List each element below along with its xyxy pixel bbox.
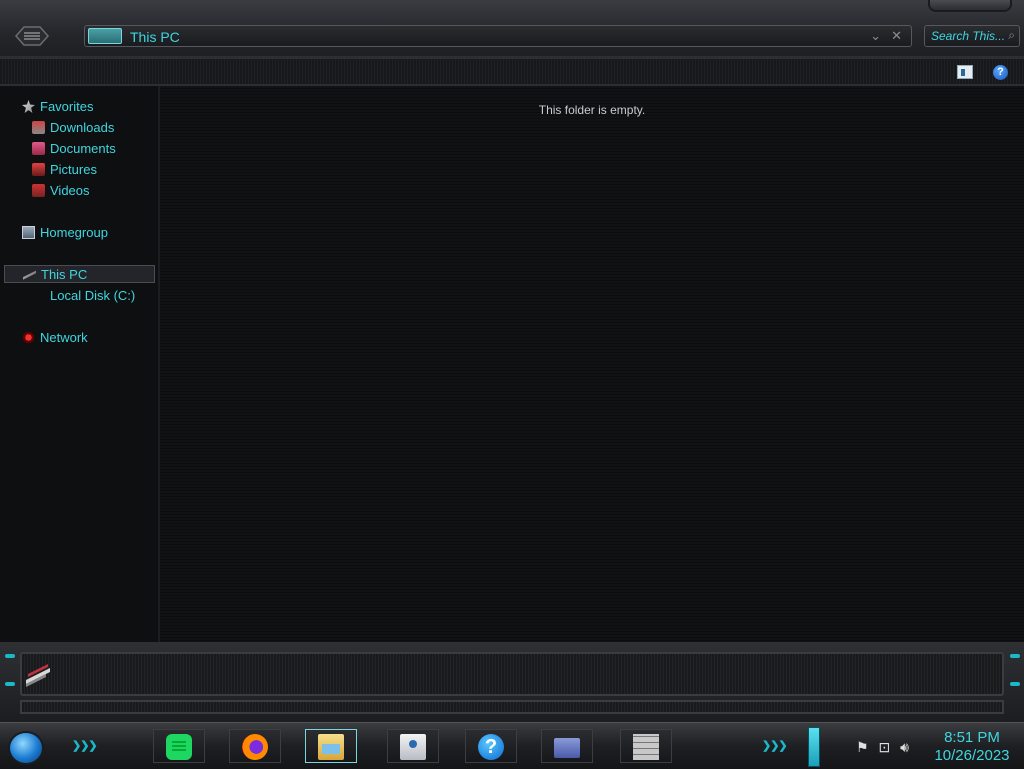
- nav-downloads[interactable]: Downloads: [32, 119, 114, 137]
- network-icon: [22, 331, 35, 344]
- taskbar-firefox[interactable]: [229, 729, 281, 763]
- firefox-icon: [242, 734, 268, 760]
- decor-light: [1010, 654, 1020, 658]
- nav-videos[interactable]: Videos: [32, 182, 90, 200]
- search-input[interactable]: Search This... ⌕: [924, 25, 1020, 47]
- pictures-icon: [32, 163, 45, 176]
- computer-icon: [23, 270, 36, 280]
- nav-videos-label: Videos: [50, 183, 90, 198]
- this-pc-icon: [88, 28, 122, 44]
- command-bar: ?: [0, 56, 1024, 86]
- id-card-icon: [554, 738, 580, 758]
- window-titlebar: This PC ⌄ ✕ Search This... ⌕: [0, 0, 1024, 57]
- nav-network-label: Network: [40, 330, 88, 345]
- back-forward-icon[interactable]: [14, 24, 50, 48]
- downloads-icon: [32, 121, 45, 134]
- videos-icon: [32, 184, 45, 197]
- firewall-icon: [633, 734, 659, 760]
- decor-light: [5, 682, 15, 686]
- navigation-pane: Favorites Downloads Documents Pictures V…: [0, 86, 160, 642]
- close-icon[interactable]: ✕: [891, 28, 902, 44]
- this-pc-large-icon: [26, 664, 50, 687]
- taskbar-help[interactable]: ?: [465, 729, 517, 763]
- taskbar-contacts[interactable]: [387, 729, 439, 763]
- system-tray: ⚑ ⊡ 🔊︎: [856, 739, 915, 756]
- homegroup-icon: [22, 226, 35, 239]
- address-path[interactable]: This PC: [130, 29, 180, 45]
- decor-light: [1010, 682, 1020, 686]
- chevron-down-icon[interactable]: ⌄: [870, 28, 881, 44]
- taskbar-decor-right: ❯❯❯: [762, 740, 788, 752]
- window-caption-cap: [928, 0, 1012, 12]
- contacts-icon: [400, 734, 426, 760]
- search-icon[interactable]: ⌕: [1008, 28, 1015, 43]
- empty-folder-message: This folder is empty.: [538, 103, 646, 117]
- flag-icon[interactable]: ⚑: [856, 739, 869, 755]
- taskbar-notes-app[interactable]: [153, 729, 205, 763]
- nav-downloads-label: Downloads: [50, 120, 115, 135]
- search-placeholder: Search This...: [931, 29, 1006, 43]
- taskbar-firewall[interactable]: [620, 729, 672, 763]
- nav-homegroup-label: Homegroup: [40, 225, 108, 240]
- details-pane: [0, 642, 1024, 722]
- taskbar-decor-left: ❯❯❯: [72, 740, 98, 752]
- preview-pane-icon[interactable]: [957, 65, 973, 79]
- nav-this-pc[interactable]: This PC: [4, 265, 155, 283]
- volume-icon[interactable]: 🔊︎: [900, 739, 909, 755]
- clock-time[interactable]: 8:51 PM: [930, 729, 1014, 746]
- taskbar-file-explorer[interactable]: [305, 729, 357, 763]
- nav-this-pc-label: This PC: [41, 267, 88, 282]
- clock-date[interactable]: 10/26/2023: [930, 747, 1014, 764]
- help-icon[interactable]: ?: [993, 65, 1008, 80]
- favorites-star-icon: [22, 100, 35, 113]
- notes-app-icon: [166, 734, 192, 760]
- nav-favorites-label: Favorites: [40, 99, 94, 114]
- show-desktop-button[interactable]: [808, 727, 820, 767]
- start-button[interactable]: [8, 731, 44, 765]
- address-bar[interactable]: This PC ⌄ ✕: [84, 25, 912, 47]
- nav-pictures[interactable]: Pictures: [32, 161, 97, 179]
- taskbar: ❯❯❯ ? ❯❯❯ ⚑ ⊡ 🔊︎ 8:51 PM 10/26/2023: [0, 722, 1024, 769]
- nav-homegroup[interactable]: Homegroup: [22, 224, 108, 242]
- nav-favorites[interactable]: Favorites: [22, 98, 93, 116]
- taskbar-id-card-app[interactable]: [541, 729, 593, 763]
- nav-local-disk[interactable]: Local Disk (C:): [50, 287, 135, 305]
- file-list-view[interactable]: This folder is empty.: [160, 86, 1024, 642]
- help-icon: ?: [478, 734, 504, 760]
- network-icon[interactable]: ⊡: [878, 739, 890, 755]
- nav-pictures-label: Pictures: [50, 162, 97, 177]
- nav-local-disk-label: Local Disk (C:): [50, 288, 136, 303]
- nav-network[interactable]: Network: [22, 329, 88, 347]
- decor-light: [5, 654, 15, 658]
- nav-documents-label: Documents: [50, 141, 116, 156]
- details-strip: [20, 700, 1004, 714]
- nav-documents[interactable]: Documents: [32, 140, 116, 158]
- documents-icon: [32, 142, 45, 155]
- file-explorer-icon: [318, 734, 344, 760]
- details-panel: [20, 652, 1004, 696]
